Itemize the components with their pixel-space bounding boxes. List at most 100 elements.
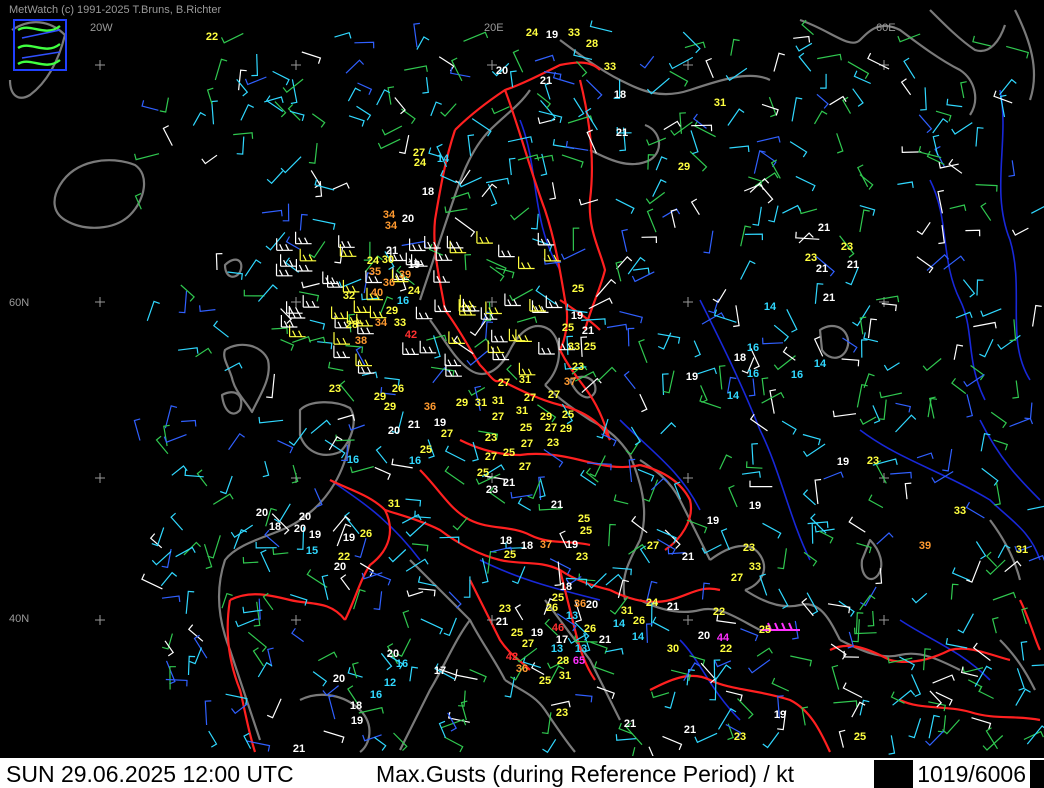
gust-value-label: 42 xyxy=(506,651,518,663)
gust-value-label: 37 xyxy=(564,376,576,388)
gust-value-label: 16 xyxy=(370,689,382,701)
gust-value-label: 37 xyxy=(540,539,552,551)
gust-value-label: 16 xyxy=(396,658,408,670)
gust-value-label: 19 xyxy=(749,500,761,512)
gust-value-label: 16 xyxy=(347,454,359,466)
gust-value-label: 25 xyxy=(562,322,574,334)
gust-value-label: 19 xyxy=(686,371,698,383)
gust-value-label: 25 xyxy=(578,513,590,525)
gust-value-label: 20 xyxy=(496,65,508,77)
gust-value-label: 27 xyxy=(731,572,743,584)
gust-value-label: 17 xyxy=(434,665,446,677)
status-bar: SUN 29.06.2025 12:00 UTC Max.Gusts (duri… xyxy=(0,756,1044,788)
gust-value-label: 38 xyxy=(355,335,367,347)
gust-value-label: 19 xyxy=(707,515,719,527)
gust-value-label: 27 xyxy=(519,461,531,473)
gust-value-label: 18 xyxy=(614,89,626,101)
gust-value-label: 27 xyxy=(545,422,557,434)
gust-value-label: 14 xyxy=(764,301,777,313)
gust-value-label: 26 xyxy=(633,615,645,627)
gust-value-label: 21 xyxy=(847,259,859,271)
gust-value-label: 19 xyxy=(774,709,786,721)
gust-value-label: 27 xyxy=(441,428,453,440)
gust-value-label: 36 xyxy=(516,663,528,675)
gust-value-label: 22 xyxy=(720,643,732,655)
gust-value-label: 12 xyxy=(384,677,396,689)
gust-value-label: 25 xyxy=(504,549,516,561)
gust-value-label: 27 xyxy=(485,451,497,463)
gust-value-label: 20 xyxy=(698,630,710,642)
gust-value-label: 29 xyxy=(456,397,468,409)
gust-value-label: 24 xyxy=(646,597,659,609)
gust-value-label: 21 xyxy=(293,743,305,755)
gust-value-label: 18 xyxy=(734,352,746,364)
gust-value-label: 31 xyxy=(492,395,504,407)
gust-value-label: 26 xyxy=(360,528,372,540)
gust-value-label: 21 xyxy=(682,551,694,563)
gust-value-label: 36 xyxy=(383,277,395,289)
gust-value-label: 20 xyxy=(299,511,311,523)
gust-value-label: 22 xyxy=(713,606,725,618)
gust-value-label: 21 xyxy=(624,718,636,730)
gust-value-label: 23 xyxy=(485,432,497,444)
gust-value-label: 19 xyxy=(343,532,355,544)
gust-value-label: 14 xyxy=(727,390,740,402)
gust-value-label: 20 xyxy=(388,425,400,437)
gust-value-label: 25 xyxy=(520,422,532,434)
gust-value-label: 27 xyxy=(524,392,536,404)
gust-value-label: 25 xyxy=(580,525,592,537)
gust-value-label: 36 xyxy=(574,598,586,610)
gust-value-label: 25 xyxy=(503,447,515,459)
gust-value-label: 26 xyxy=(584,623,596,635)
gust-value-label: 31 xyxy=(714,97,726,109)
gust-value-label: 31 xyxy=(516,405,528,417)
status-product-title: Max.Gusts (during Reference Period) / kt xyxy=(376,761,794,787)
gust-value-label: 16 xyxy=(409,455,421,467)
gust-value-label: 19 xyxy=(566,539,578,551)
gust-value-label: 25 xyxy=(854,731,866,743)
gust-value-label: 23 xyxy=(329,383,341,395)
gust-value-label: 32 xyxy=(343,290,355,302)
gust-value-label: 25 xyxy=(584,341,596,353)
gust-value-label: 21 xyxy=(667,601,679,613)
gust-value-label: 29 xyxy=(386,305,398,317)
gust-value-label: 21 xyxy=(540,75,552,87)
gust-value-label: 33 xyxy=(394,317,406,329)
gust-value-label: 39 xyxy=(919,540,931,552)
status-count-box: 1019/6006 xyxy=(874,760,1044,788)
gust-value-label: 26 xyxy=(546,602,558,614)
gust-value-label: 23 xyxy=(867,455,879,467)
gust-value-label: 14 xyxy=(814,358,827,370)
gust-value-label: 39 xyxy=(399,269,411,281)
gust-value-label: 28 xyxy=(346,319,358,331)
gust-value-label: 65 xyxy=(573,655,585,667)
gust-value-label: 23 xyxy=(486,484,498,496)
gust-value-label: 28 xyxy=(557,655,569,667)
gust-value-label: 31 xyxy=(388,498,400,510)
gust-value-label: 21 xyxy=(616,127,628,139)
gust-value-label: 16 xyxy=(747,368,759,380)
gust-value-label: 23 xyxy=(547,437,559,449)
map-window: 20W 20E 60E 60N 40N 22 24 19 33 28 20 21 33 18 31… xyxy=(0,0,1044,788)
weather-map[interactable]: 20W 20E 60E 60N 40N 22 24 19 33282021331831… xyxy=(0,0,1044,756)
gust-value-label: 18 xyxy=(350,700,362,712)
gust-value-label: 14 xyxy=(437,153,450,165)
status-station-count: 1019/6006 xyxy=(913,760,1030,788)
gust-value-label: 20 xyxy=(586,599,598,611)
gust-value-label: 13 xyxy=(575,643,587,655)
gust-value-label: 19 xyxy=(351,715,363,727)
gust-value-label: 25 xyxy=(562,409,574,421)
gust-value-label: 18 xyxy=(269,521,281,533)
status-datetime: SUN 29.06.2025 12:00 UTC xyxy=(6,761,294,787)
gust-value-label: 19 xyxy=(546,29,558,41)
gust-value-label: 36 xyxy=(424,401,436,413)
copyright-credit: MetWatch (c) 1991-2025 T.Bruns, B.Richte… xyxy=(9,4,222,16)
gust-value-label: 33 xyxy=(568,27,580,39)
gust-value-label: 18 xyxy=(422,186,434,198)
gust-value-label: 29 xyxy=(384,401,396,413)
gust-value-label: 20 xyxy=(294,523,306,535)
gust-value-label: 24 xyxy=(526,27,539,39)
gust-value-label: 14 xyxy=(613,618,626,630)
gust-value-label: 21 xyxy=(386,245,398,257)
gust-value-label: 18 xyxy=(500,535,512,547)
